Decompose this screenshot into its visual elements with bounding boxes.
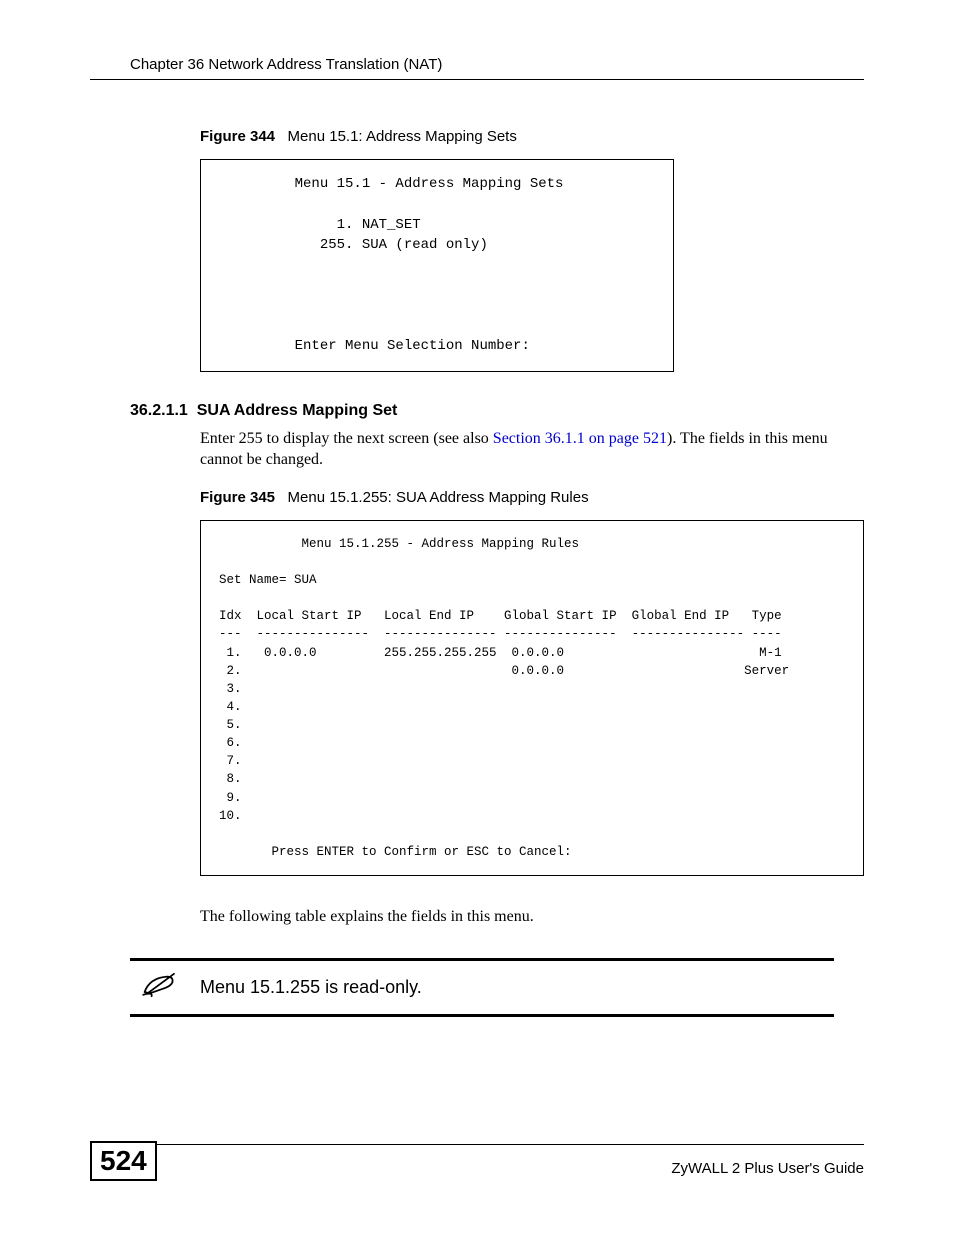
chapter-title: Chapter 36 Network Address Translation (… xyxy=(130,56,864,73)
table-explain-text: The following table explains the fields … xyxy=(200,906,834,928)
section-title: SUA Address Mapping Set xyxy=(197,402,398,419)
page-footer: 524 ZyWALL 2 Plus User's Guide xyxy=(90,1144,864,1185)
figure-344-label: Figure 344 xyxy=(200,128,275,145)
figure-344-screen: Menu 15.1 - Address Mapping Sets 1. NAT_… xyxy=(200,159,674,372)
cross-reference-link[interactable]: Section 36.1.1 on page 521 xyxy=(493,430,667,447)
section-paragraph: Enter 255 to display the next screen (se… xyxy=(200,428,834,471)
figure-344-text: Menu 15.1: Address Mapping Sets xyxy=(288,128,517,145)
note-text: Menu 15.1.255 is read-only. xyxy=(200,977,422,998)
note-icon xyxy=(130,971,190,1004)
figure-345-caption: Figure 345 Menu 15.1.255: SUA Address Ma… xyxy=(200,489,864,506)
note-bottom-bar xyxy=(130,1014,834,1017)
figure-345-screen: Menu 15.1.255 - Address Mapping Rules Se… xyxy=(200,520,864,876)
guide-name: ZyWALL 2 Plus User's Guide xyxy=(671,1160,864,1177)
section-number: 36.2.1.1 xyxy=(130,402,188,419)
note-block: Menu 15.1.255 is read-only. xyxy=(130,958,834,1017)
figure-344-caption: Figure 344 Menu 15.1: Address Mapping Se… xyxy=(200,128,864,145)
section-heading: 36.2.1.1 SUA Address Mapping Set xyxy=(130,402,864,420)
figure-345-label: Figure 345 xyxy=(200,489,275,506)
page-header: Chapter 36 Network Address Translation (… xyxy=(90,56,864,80)
page-number: 524 xyxy=(90,1141,157,1181)
figure-345-text: Menu 15.1.255: SUA Address Mapping Rules xyxy=(288,489,589,506)
